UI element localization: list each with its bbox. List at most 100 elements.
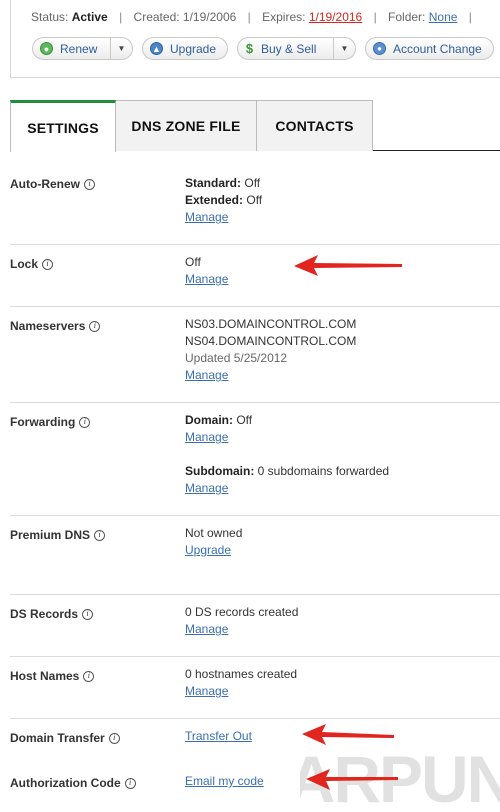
premium-dns-label: Premium DNS i — [10, 528, 106, 542]
upgrade-label: Upgrade — [170, 41, 217, 56]
extended-label: Extended: — [185, 193, 244, 207]
host-names-manage-link[interactable]: Manage — [185, 684, 228, 698]
user-icon: ● — [373, 42, 386, 55]
info-icon[interactable]: i — [124, 777, 136, 789]
standard-value: Off — [244, 176, 261, 190]
ds-records-label: DS Records i — [10, 607, 94, 621]
nameservers-manage-link[interactable]: Manage — [185, 368, 228, 382]
upgrade-arrow-icon: ▲ — [150, 42, 163, 55]
annotation-arrow — [306, 769, 398, 790]
row-label-text: Host Names — [10, 669, 80, 683]
lock-value: Off — [185, 255, 201, 269]
extended-value: Off — [246, 193, 263, 207]
premium-dns-row: Premium DNS i Not owned Upgrade — [10, 516, 500, 595]
premium-dns-value: Not owned — [185, 526, 243, 540]
info-icon[interactable]: i — [82, 608, 94, 620]
nameservers-row: Nameservers i NS03.DOMAINCONTROL.COM NS0… — [10, 307, 500, 403]
domain-transfer-label: Domain Transfer i — [10, 731, 120, 745]
info-icon[interactable]: i — [79, 416, 91, 428]
lock-manage-link[interactable]: Manage — [185, 272, 228, 286]
account-change-label: Account Change — [393, 41, 482, 56]
standard-label: Standard: — [185, 176, 242, 190]
nameservers-label: Nameservers i — [10, 319, 101, 333]
renew-button[interactable]: ● Renew ▼ — [32, 37, 133, 60]
host-names-values: 0 hostnames created Manage — [185, 666, 297, 700]
separator: | — [247, 10, 251, 24]
created-label: Created: — [133, 10, 180, 24]
info-icon[interactable]: i — [108, 732, 120, 744]
row-label-text: Authorization Code — [10, 776, 121, 790]
renew-icon: ● — [40, 42, 53, 55]
separator: | — [468, 10, 472, 24]
separator: | — [373, 10, 377, 24]
annotation-arrow — [294, 255, 402, 276]
info-icon[interactable]: i — [83, 670, 95, 682]
nameserver-1: NS03.DOMAINCONTROL.COM — [185, 317, 357, 331]
forwarding-domain-values: Domain: Off Manage — [185, 412, 252, 446]
domain-value: Off — [236, 413, 253, 427]
separator: | — [119, 10, 123, 24]
renew-label: Renew — [60, 41, 98, 56]
host-names-value: 0 hostnames created — [185, 667, 298, 681]
status-value: Active — [71, 10, 108, 24]
host-names-label: Host Names i — [10, 669, 95, 683]
buy-sell-label: Buy & Sell — [261, 41, 317, 56]
ds-records-manage-link[interactable]: Manage — [185, 622, 228, 636]
ds-records-value: 0 DS records created — [185, 605, 299, 619]
authorization-code-label: Authorization Code i — [10, 776, 136, 790]
info-icon[interactable]: i — [42, 258, 54, 270]
expires-label: Expires: — [262, 10, 306, 24]
account-change-button[interactable]: ● Account Change — [365, 37, 494, 60]
subdomain-label: Subdomain: — [185, 464, 255, 478]
lock-row: Lock i Off Manage — [10, 245, 500, 307]
lock-values: Off Manage — [185, 254, 228, 288]
chevron-down-icon[interactable]: ▼ — [110, 38, 132, 59]
lock-label: Lock i — [10, 257, 54, 271]
info-icon[interactable]: i — [89, 320, 101, 332]
folder-link[interactable]: None — [429, 10, 458, 24]
expires-date-link[interactable]: 1/19/2016 — [309, 10, 362, 24]
row-label-text: Auto-Renew — [10, 177, 80, 191]
info-icon[interactable]: i — [84, 178, 95, 190]
folder-label: Folder: — [388, 10, 426, 24]
email-my-code-link[interactable]: Email my code — [185, 774, 264, 788]
transfer-out-link[interactable]: Transfer Out — [185, 729, 252, 743]
auto-renew-label: Auto-Renew i — [10, 177, 95, 191]
nameservers-updated: Updated 5/25/2012 — [185, 351, 288, 365]
ds-records-row: DS Records i 0 DS records created Manage — [10, 595, 500, 657]
buy-sell-button[interactable]: $ Buy & Sell ▼ — [237, 37, 356, 60]
chevron-down-icon[interactable]: ▼ — [333, 38, 355, 59]
nameserver-2: NS04.DOMAINCONTROL.COM — [185, 334, 357, 348]
authorization-code-values: Email my code — [185, 773, 264, 790]
domain-transfer-values: Transfer Out — [185, 728, 252, 745]
auto-renew-manage-link[interactable]: Manage — [185, 210, 228, 224]
row-label-text: Premium DNS — [10, 528, 91, 542]
info-icon[interactable]: i — [94, 529, 106, 541]
host-names-row: Host Names i 0 hostnames created Manage — [10, 657, 500, 719]
tab-dns-zone-file[interactable]: DNS ZONE FILE — [115, 100, 257, 151]
auto-renew-row: Auto-Renew i Standard: Off Extended: Off… — [10, 151, 500, 245]
status-line: Status: Active | Created: 1/19/2006 | Ex… — [31, 10, 480, 24]
row-label-text: Nameservers — [10, 319, 86, 333]
subdomain-value: 0 subdomains forwarded — [257, 464, 390, 478]
row-label-text: Lock — [10, 257, 39, 271]
row-label-text: Forwarding — [10, 415, 76, 429]
premium-dns-upgrade-link[interactable]: Upgrade — [185, 543, 231, 557]
dollar-icon: $ — [245, 41, 254, 56]
status-label: Status: — [31, 10, 69, 24]
nameservers-values: NS03.DOMAINCONTROL.COM NS04.DOMAINCONTRO… — [185, 316, 356, 384]
row-label-text: Domain Transfer — [10, 731, 105, 745]
forwarding-subdomain-manage-link[interactable]: Manage — [185, 481, 228, 495]
forwarding-label: Forwarding i — [10, 415, 91, 429]
premium-dns-values: Not owned Upgrade — [185, 525, 242, 559]
forwarding-row: Forwarding i Domain: Off Manage Subdomai… — [10, 403, 500, 516]
tab-contacts[interactable]: CONTACTS — [256, 100, 373, 151]
tab-settings[interactable]: SETTINGS — [10, 100, 116, 152]
row-label-text: DS Records — [10, 607, 79, 621]
upgrade-button[interactable]: ▲ Upgrade — [142, 37, 228, 60]
annotation-arrow — [302, 724, 394, 745]
created-date: 1/19/2006 — [182, 10, 237, 24]
forwarding-subdomain-values: Subdomain: 0 subdomains forwarded Manage — [185, 463, 389, 497]
forwarding-domain-manage-link[interactable]: Manage — [185, 430, 228, 444]
domain-status-panel: Status: Active | Created: 1/19/2006 | Ex… — [10, 0, 500, 78]
